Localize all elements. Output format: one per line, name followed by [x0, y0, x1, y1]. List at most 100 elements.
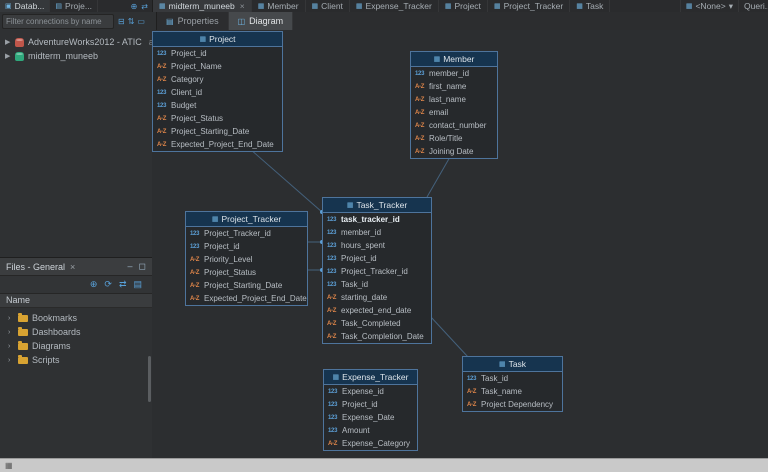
entity-field[interactable]: A-Z Expected_Project_End_Date: [186, 292, 307, 305]
entity-field[interactable]: A-Z Role/Title: [411, 132, 497, 145]
entity-field[interactable]: 123 Expense_id: [324, 385, 417, 398]
files-item-bookmarks[interactable]: › Bookmarks: [0, 311, 152, 325]
entity-field[interactable]: 123 member_id: [323, 226, 431, 239]
entity-field[interactable]: 123 Task_id: [463, 372, 562, 385]
entity-field[interactable]: 123 Project_Tracker_id: [186, 227, 307, 240]
files-item-diagrams[interactable]: › Diagrams: [0, 339, 152, 353]
entity-field[interactable]: 123 Project_Tracker_id: [323, 265, 431, 278]
entity-member[interactable]: ▦ Member 123 member_id A-Z first_name A-Z last_…: [410, 51, 498, 159]
tab-queries-truncated[interactable]: Queri...: [738, 0, 768, 12]
entity-field[interactable]: A-Z Project_Starting_Date: [153, 125, 282, 138]
entity-title[interactable]: ▦ Task: [463, 357, 562, 372]
entity-field[interactable]: 123 Project_id: [186, 240, 307, 253]
minimize-icon[interactable]: –: [128, 261, 133, 272]
field-name: member_id: [341, 228, 382, 237]
link-editor-icon[interactable]: ⇄: [141, 2, 148, 11]
entity-project_tracker[interactable]: ▦ Project_Tracker 123 Project_Tracker_id 123…: [185, 211, 308, 306]
entity-task[interactable]: ▦ Task 123 Task_id A-Z Task_name A-Z Project De…: [462, 356, 563, 412]
scrollbar-thumb[interactable]: [148, 356, 151, 402]
database-selector[interactable]: ▦ <None> ▾: [679, 0, 738, 12]
entity-field[interactable]: 123 Task_id: [323, 278, 431, 291]
tab-task[interactable]: ▦ Task: [570, 0, 611, 12]
link-icon[interactable]: ⇄: [119, 279, 127, 290]
entity-task_tracker[interactable]: ▦ Task_Tracker 123 task_tracker_id 123 member…: [322, 197, 432, 344]
sort-icon[interactable]: ⇅: [128, 17, 135, 26]
entity-field[interactable]: 123 task_tracker_id: [323, 213, 431, 226]
entity-field[interactable]: 123 Project_id: [323, 252, 431, 265]
entity-field[interactable]: A-Z expected_end_date: [323, 304, 431, 317]
entity-field[interactable]: A-Z Joining Date: [411, 145, 497, 158]
expander-icon[interactable]: ▶: [5, 38, 11, 46]
expander-icon[interactable]: ▶: [5, 52, 11, 60]
text-type-icon: A-Z: [415, 122, 425, 129]
entity-title[interactable]: ▦ Project: [153, 32, 282, 47]
tab-properties[interactable]: ▤ Properties: [157, 12, 229, 30]
entity-title[interactable]: ▦ Project_Tracker: [186, 212, 307, 227]
entity-field[interactable]: 123 Amount: [324, 424, 417, 437]
settings-icon[interactable]: ▭: [137, 17, 145, 26]
files-item-label: Bookmarks: [32, 313, 78, 323]
entity-field[interactable]: A-Z email: [411, 106, 497, 119]
entity-field[interactable]: 123 Client_id: [153, 86, 282, 99]
entity-field[interactable]: 123 Project_id: [153, 47, 282, 60]
restore-icon[interactable]: ◻: [139, 261, 146, 272]
add-icon[interactable]: ⊕: [90, 279, 98, 290]
name-column-header[interactable]: Name: [0, 294, 152, 308]
tab-diagram[interactable]: ◫ Diagram: [228, 12, 294, 30]
expander-icon[interactable]: ›: [8, 329, 14, 336]
filter-connections-input[interactable]: [2, 13, 114, 29]
entity-project[interactable]: ▦ Project 123 Project_id A-Z Project_Name A-Z C…: [152, 31, 283, 152]
table-icon: ▦: [493, 3, 501, 10]
entity-field[interactable]: A-Z last_name: [411, 93, 497, 106]
entity-field[interactable]: A-Z Expected_Project_End_Date: [153, 138, 282, 151]
entity-field[interactable]: A-Z Expense_Category: [324, 437, 417, 450]
field-name: Joining Date: [429, 147, 474, 156]
refresh-icon[interactable]: ⟳: [104, 279, 112, 290]
entity-field[interactable]: A-Z Project Dependency: [463, 398, 562, 411]
entity-field[interactable]: 123 Budget: [153, 99, 282, 112]
files-item-dashboards[interactable]: › Dashboards: [0, 325, 152, 339]
expander-icon[interactable]: ›: [8, 315, 14, 322]
entity-field[interactable]: A-Z starting_date: [323, 291, 431, 304]
tab-project[interactable]: ▦ Project: [439, 0, 488, 12]
tab-member[interactable]: ▦ Member: [252, 0, 306, 12]
entity-field[interactable]: 123 Project_id: [324, 398, 417, 411]
entity-title[interactable]: ▦ Task_Tracker: [323, 198, 431, 213]
expander-icon[interactable]: ›: [8, 343, 14, 350]
tab-projects[interactable]: ▤ Proje...: [50, 0, 98, 12]
entity-field[interactable]: 123 hours_spent: [323, 239, 431, 252]
close-icon[interactable]: ×: [240, 1, 245, 11]
entity-field[interactable]: A-Z first_name: [411, 80, 497, 93]
entity-title[interactable]: ▦ Member: [411, 52, 497, 67]
entity-field[interactable]: 123 member_id: [411, 67, 497, 80]
tab-expense_tracker[interactable]: ▦ Expense_Tracker: [350, 0, 439, 12]
entity-field[interactable]: A-Z Category: [153, 73, 282, 86]
entity-field[interactable]: A-Z Project_Starting_Date: [186, 279, 307, 292]
entity-field[interactable]: A-Z Project_Name: [153, 60, 282, 73]
entity-field[interactable]: A-Z Task_name: [463, 385, 562, 398]
tab-database-navigator[interactable]: ▣ Datab...: [0, 0, 51, 12]
add-connection-icon[interactable]: ⊕: [131, 2, 138, 11]
field-name: Task_Completion_Date: [341, 332, 424, 341]
entity-field[interactable]: A-Z Project_Status: [186, 266, 307, 279]
entity-field[interactable]: A-Z Task_Completion_Date: [323, 330, 431, 343]
entity-field[interactable]: A-Z Task_Completed: [323, 317, 431, 330]
entity-title[interactable]: ▦ Expense_Tracker: [324, 370, 417, 385]
close-icon[interactable]: ×: [70, 262, 75, 272]
view-menu-icon[interactable]: ▤: [133, 279, 142, 290]
entity-field[interactable]: 123 Expense_Date: [324, 411, 417, 424]
entity-field[interactable]: A-Z Project_Status: [153, 112, 282, 125]
files-item-scripts[interactable]: › Scripts: [0, 353, 152, 367]
tab-project_tracker[interactable]: ▦ Project_Tracker: [488, 0, 571, 12]
field-name: first_name: [429, 82, 467, 91]
tab-midterm-muneeb[interactable]: ▦ midterm_muneeb ×: [153, 0, 252, 12]
tab-client[interactable]: ▦ Client: [306, 0, 350, 12]
entity-field[interactable]: A-Z Priority_Level: [186, 253, 307, 266]
entity-expense_tracker[interactable]: ▦ Expense_Tracker 123 Expense_id 123 Project_…: [323, 369, 418, 451]
expander-icon[interactable]: ›: [8, 357, 14, 364]
collapse-all-icon[interactable]: ⊟: [118, 17, 125, 26]
connection-adventureworks2012-atic[interactable]: ▶AdventureWorks2012 - ATICatic...: [0, 35, 152, 49]
connection-midterm-muneeb[interactable]: ▶ midterm_muneeb: [0, 49, 152, 63]
panel-toggle-icon[interactable]: ▦: [5, 461, 13, 470]
entity-field[interactable]: A-Z contact_number: [411, 119, 497, 132]
